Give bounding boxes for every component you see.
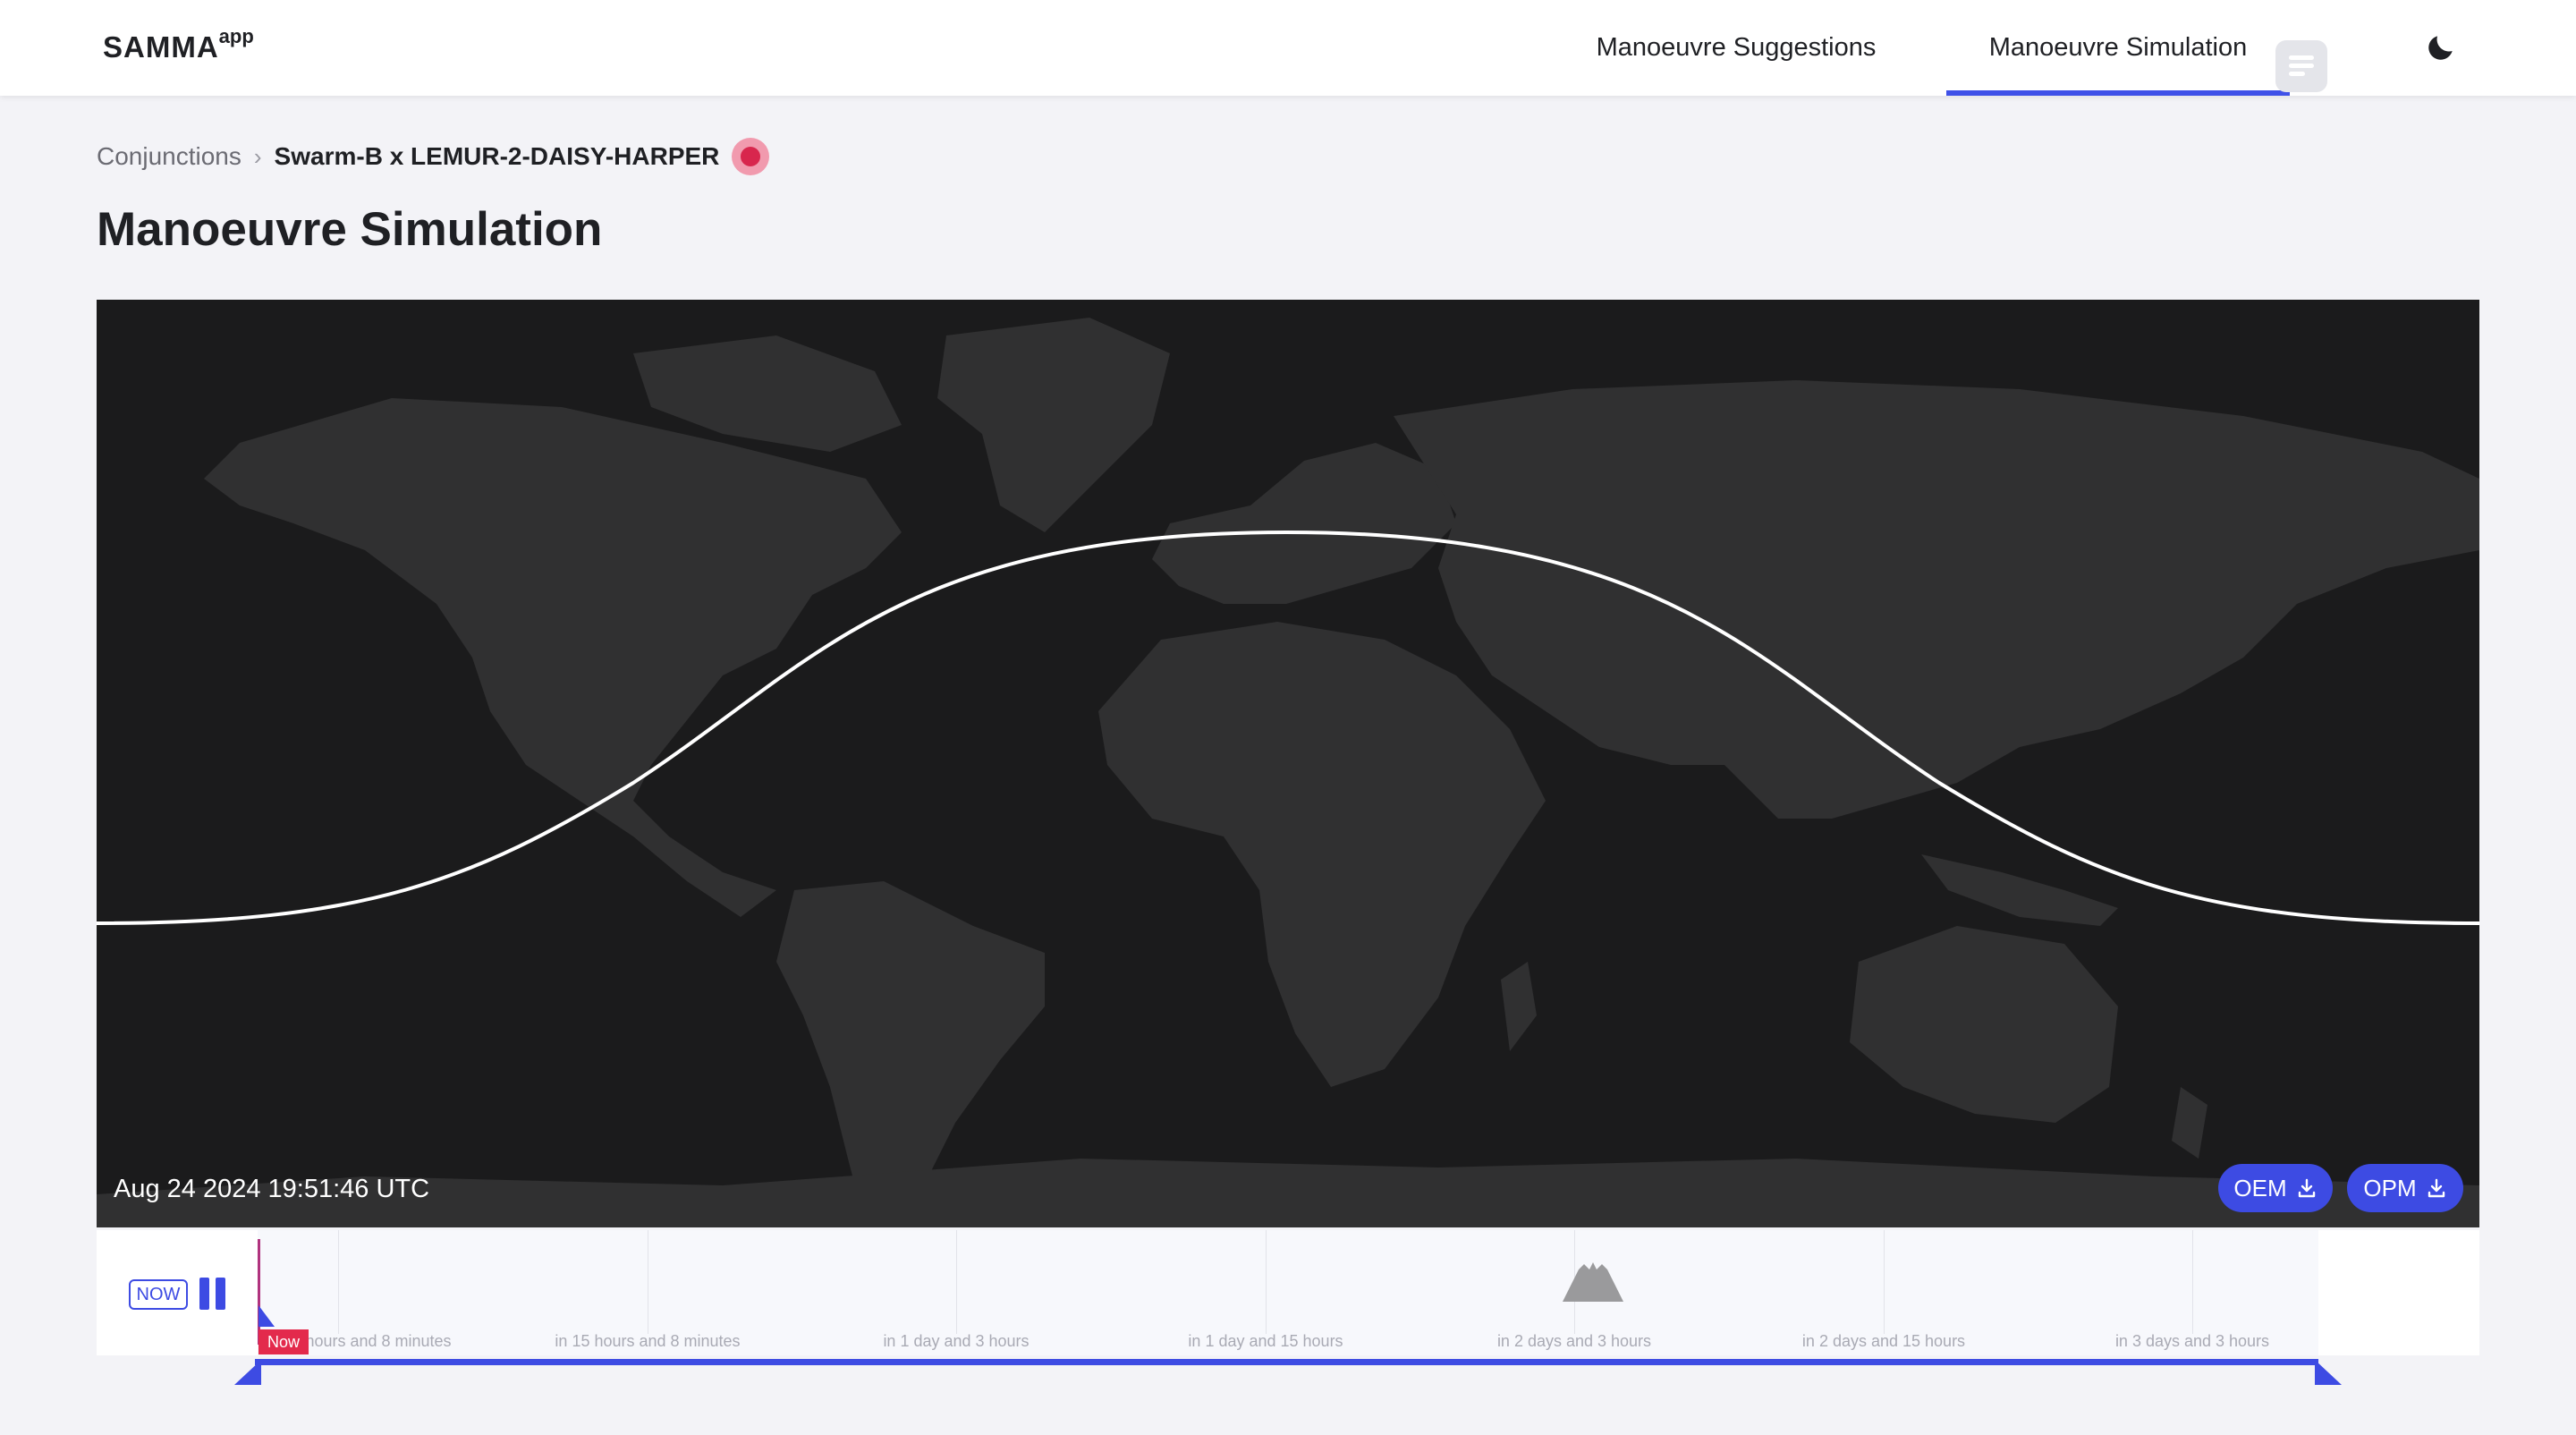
range-start-handle[interactable] (234, 1360, 261, 1385)
download-icon (2428, 1178, 2445, 1198)
timeline-tick-label: in 1 day and 15 hours (1188, 1332, 1343, 1350)
range-end-handle[interactable] (2315, 1360, 2342, 1385)
timeline-controls: NOW (97, 1230, 258, 1355)
simulation-timestamp: Aug 24 2024 19:51:46 UTC (114, 1175, 430, 1203)
tab-manoeuvre-suggestions[interactable]: Manoeuvre Suggestions (1567, 0, 1905, 96)
top-navbar: SAMMAapp Manoeuvre Suggestions Manoeuvre… (0, 0, 2576, 96)
download-oem-button[interactable]: OEM (2218, 1164, 2333, 1212)
logo-text: SAMMA (103, 30, 219, 64)
conjunction-event-icon[interactable] (1563, 1261, 1623, 1302)
opm-label: OPM (2363, 1174, 2417, 1201)
breadcrumb: Conjunctions › Swarm-B x LEMUR-2-DAISY-H… (97, 137, 770, 176)
timeline-tick-label: in 2 days and 3 hours (1496, 1332, 1652, 1350)
ground-track-map[interactable]: Aug 24 2024 19:51:46 UTC OEM OPM (97, 300, 2479, 1227)
timeline-right-panel (2318, 1230, 2479, 1355)
now-tag: Now (258, 1329, 309, 1354)
chevron-right-icon: › (253, 142, 262, 170)
now-button[interactable]: NOW (129, 1279, 188, 1310)
timeline-gridline (338, 1230, 339, 1334)
tab-label: Manoeuvre Suggestions (1596, 33, 1877, 62)
timeline-tick-label: in 2 days and 15 hours (1801, 1332, 1966, 1350)
breadcrumb-current: Swarm-B x LEMUR-2-DAISY-HARPER (274, 142, 720, 170)
timeline-gridline (1266, 1230, 1267, 1334)
timeline-tick-label: in 1 day and 3 hours (883, 1332, 1030, 1350)
page-title: Manoeuvre Simulation (97, 203, 603, 256)
download-icon (2298, 1178, 2315, 1198)
tab-manoeuvre-simulation[interactable]: Manoeuvre Simulation (1946, 0, 2290, 96)
timeline-gridline (956, 1230, 957, 1334)
oem-label: OEM (2233, 1174, 2287, 1201)
moon-icon (2428, 36, 2453, 60)
logo-superscript: app (218, 25, 254, 47)
risk-status-indicator (732, 138, 770, 175)
time-range-bar[interactable] (255, 1359, 2318, 1365)
world-map (97, 318, 2479, 1227)
tab-label: Manoeuvre Simulation (1988, 33, 2248, 62)
timeline-tick-label: in 3 days and 3 hours (2114, 1332, 2270, 1350)
breadcrumb-conjunctions-link[interactable]: Conjunctions (97, 142, 242, 171)
timeline-gridline (2192, 1230, 2193, 1334)
timeline-gridline (1884, 1230, 1885, 1334)
timeline[interactable]: NOW in 3 hours and 8 minutes in 15 hours… (97, 1230, 2479, 1355)
timeline-tick-label: in 15 hours and 8 minutes (555, 1332, 741, 1350)
theme-toggle-button[interactable] (2424, 30, 2458, 64)
pause-icon[interactable] (199, 1278, 228, 1310)
time-cursor-flag-icon (258, 1305, 275, 1327)
app-logo[interactable]: SAMMAapp (103, 25, 254, 64)
list-icon[interactable] (2275, 40, 2327, 92)
download-opm-button[interactable]: OPM (2347, 1164, 2463, 1212)
